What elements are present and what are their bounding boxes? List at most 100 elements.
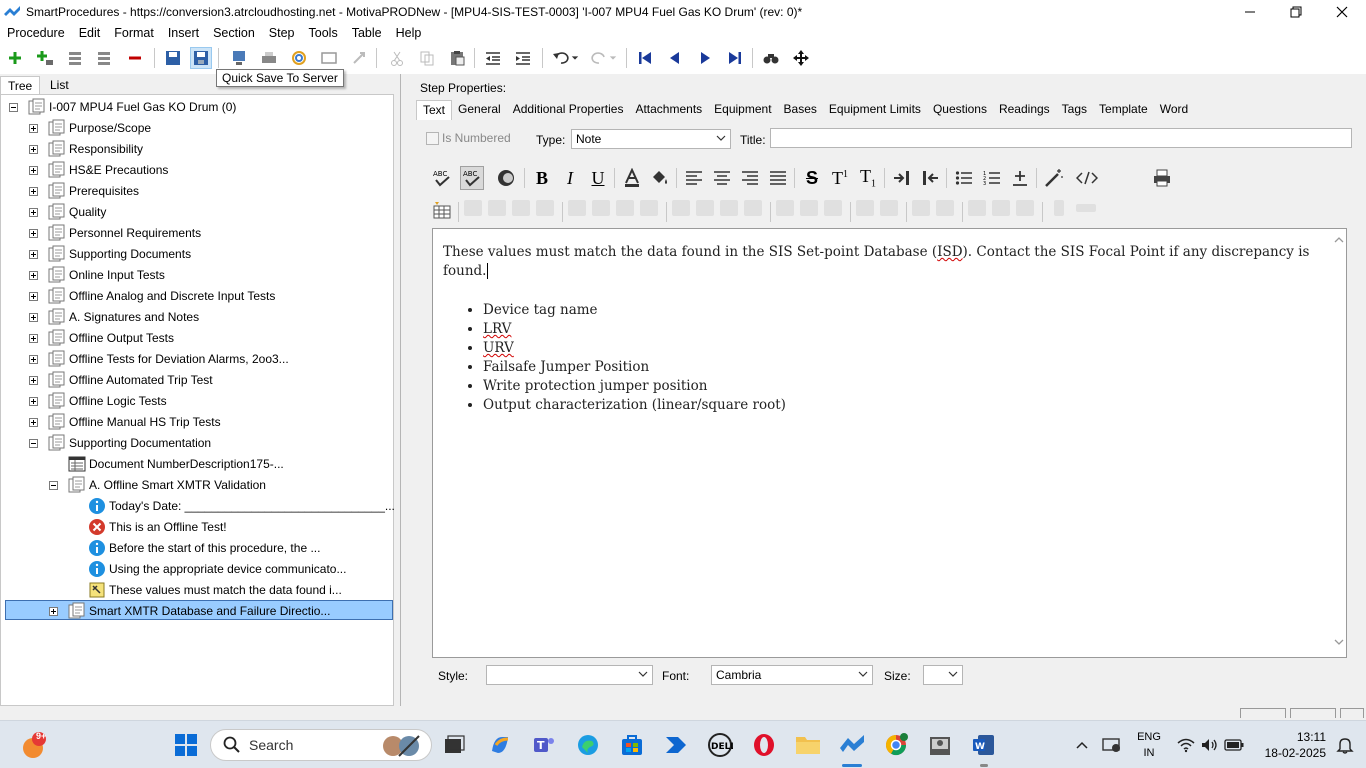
undo-dropdown[interactable] xyxy=(568,47,582,69)
move-button[interactable] xyxy=(790,47,812,69)
expand-icon[interactable] xyxy=(29,144,38,154)
add-button[interactable] xyxy=(4,47,26,69)
edge-button[interactable] xyxy=(572,729,604,761)
close-button[interactable] xyxy=(1319,0,1365,24)
table-tool-disabled[interactable] xyxy=(824,200,842,216)
table-tool-disabled[interactable] xyxy=(640,200,658,216)
editor-scrollbar[interactable] xyxy=(1332,229,1346,657)
italic-button[interactable]: I xyxy=(558,166,582,190)
expand-icon[interactable] xyxy=(29,123,38,133)
expand-icon[interactable] xyxy=(29,354,38,364)
last-step-button[interactable] xyxy=(724,47,746,69)
app-button[interactable] xyxy=(924,729,956,761)
indent-text-button[interactable] xyxy=(890,166,914,190)
table-tool-disabled[interactable] xyxy=(464,200,482,216)
tab-additional-properties[interactable]: Additional Properties xyxy=(507,100,630,120)
size-select[interactable] xyxy=(923,665,963,685)
table-tool-disabled[interactable] xyxy=(568,200,586,216)
expand-icon[interactable] xyxy=(29,165,38,175)
type-select[interactable]: Note xyxy=(571,129,731,149)
previous-step-button[interactable] xyxy=(664,47,686,69)
table-tool-disabled[interactable] xyxy=(968,200,986,216)
tree-section[interactable]: HS&E Precautions xyxy=(29,160,168,180)
outline-add-button[interactable] xyxy=(94,47,116,69)
expand-icon[interactable] xyxy=(29,228,38,238)
redo-dropdown[interactable] xyxy=(606,47,620,69)
tree-root[interactable]: I-007 MPU4 Fuel Gas KO Drum (0) xyxy=(9,97,236,117)
cut-button[interactable] xyxy=(386,47,408,69)
tree-section-expanded[interactable]: Supporting Documentation xyxy=(29,433,211,453)
add-child-button[interactable] xyxy=(34,47,56,69)
font-color-button[interactable] xyxy=(620,166,644,190)
delete-button[interactable] xyxy=(124,47,146,69)
tree-section[interactable]: A. Signatures and Notes xyxy=(29,307,199,327)
tree-step[interactable]: This is an Offline Test! xyxy=(69,517,227,537)
expand-icon[interactable] xyxy=(29,249,38,259)
tree-section[interactable]: Prerequisites xyxy=(29,181,139,201)
row-height-tool[interactable] xyxy=(1076,204,1096,212)
table-tool-disabled[interactable] xyxy=(536,200,554,216)
numbered-list-button[interactable]: 123 xyxy=(980,166,1004,190)
menu-insert[interactable]: Insert xyxy=(168,26,199,40)
menu-edit[interactable]: Edit xyxy=(79,26,101,40)
menu-help[interactable]: Help xyxy=(396,26,422,40)
paste-button[interactable] xyxy=(446,47,468,69)
store-button[interactable] xyxy=(616,729,648,761)
expand-icon[interactable] xyxy=(29,186,38,196)
insert-symbol-button[interactable] xyxy=(1008,166,1032,190)
chevron-up-icon[interactable] xyxy=(1332,233,1346,247)
wifi-button[interactable] xyxy=(1174,729,1198,761)
highlight-button[interactable] xyxy=(648,166,672,190)
table-tool-disabled[interactable] xyxy=(1016,200,1034,216)
table-tool-disabled[interactable] xyxy=(880,200,898,216)
menu-tools[interactable]: Tools xyxy=(309,26,338,40)
table-tool-disabled[interactable] xyxy=(616,200,634,216)
tab-readings[interactable]: Readings xyxy=(993,100,1056,120)
tree-section[interactable]: Offline Automated Trip Test xyxy=(29,370,213,390)
word-button[interactable]: W xyxy=(968,729,1000,767)
file-explorer-button[interactable] xyxy=(792,729,824,761)
language-indicator[interactable]: ENG IN xyxy=(1134,729,1164,761)
tab-tags[interactable]: Tags xyxy=(1056,100,1093,120)
outdent-button[interactable] xyxy=(482,47,504,69)
tab-attachments[interactable]: Attachments xyxy=(629,100,708,120)
tab-word[interactable]: Word xyxy=(1154,100,1194,120)
step-text-editor[interactable]: These values must match the data found i… xyxy=(432,228,1347,658)
opera-button[interactable] xyxy=(748,729,780,761)
maximize-button[interactable] xyxy=(1273,0,1319,24)
tab-list[interactable]: List xyxy=(43,76,76,94)
tab-bases[interactable]: Bases xyxy=(778,100,823,120)
menu-format[interactable]: Format xyxy=(114,26,154,40)
print-button[interactable] xyxy=(258,47,280,69)
font-select[interactable]: Cambria xyxy=(711,665,873,685)
print-preview-button[interactable] xyxy=(228,47,250,69)
notifications-button[interactable] xyxy=(1330,729,1360,761)
start-button[interactable] xyxy=(170,729,202,761)
tree-section[interactable]: Offline Logic Tests xyxy=(29,391,167,411)
table-tool-disabled[interactable] xyxy=(488,200,506,216)
table-tool-disabled[interactable] xyxy=(936,200,954,216)
table-tool-disabled[interactable] xyxy=(672,200,690,216)
expand-icon[interactable] xyxy=(29,291,38,301)
clock[interactable]: 13:11 18-02-2025 xyxy=(1256,729,1326,761)
sync-button[interactable] xyxy=(288,47,310,69)
tree-section[interactable]: Supporting Documents xyxy=(29,244,191,264)
copilot-button[interactable] xyxy=(484,729,516,761)
link-button[interactable] xyxy=(348,47,370,69)
tab-tree[interactable]: Tree xyxy=(0,76,41,94)
tree-document-item[interactable]: Document NumberDescription175-... xyxy=(49,454,284,474)
strikethrough-button[interactable]: S xyxy=(800,166,824,190)
table-tool-disabled[interactable] xyxy=(744,200,762,216)
tree-section[interactable]: Personnel Requirements xyxy=(29,223,201,243)
menu-section[interactable]: Section xyxy=(213,26,255,40)
title-input[interactable] xyxy=(770,128,1352,148)
tray-app-button[interactable] xyxy=(1096,729,1128,761)
collapse-icon[interactable] xyxy=(9,102,18,112)
task-view-button[interactable] xyxy=(438,729,470,761)
menu-table[interactable]: Table xyxy=(352,26,382,40)
tree-subsection[interactable]: A. Offline Smart XMTR Validation xyxy=(49,475,266,495)
collapse-icon[interactable] xyxy=(29,438,38,448)
expand-icon[interactable] xyxy=(29,396,38,406)
tab-general[interactable]: General xyxy=(452,100,507,120)
tab-text[interactable]: Text xyxy=(416,100,453,120)
